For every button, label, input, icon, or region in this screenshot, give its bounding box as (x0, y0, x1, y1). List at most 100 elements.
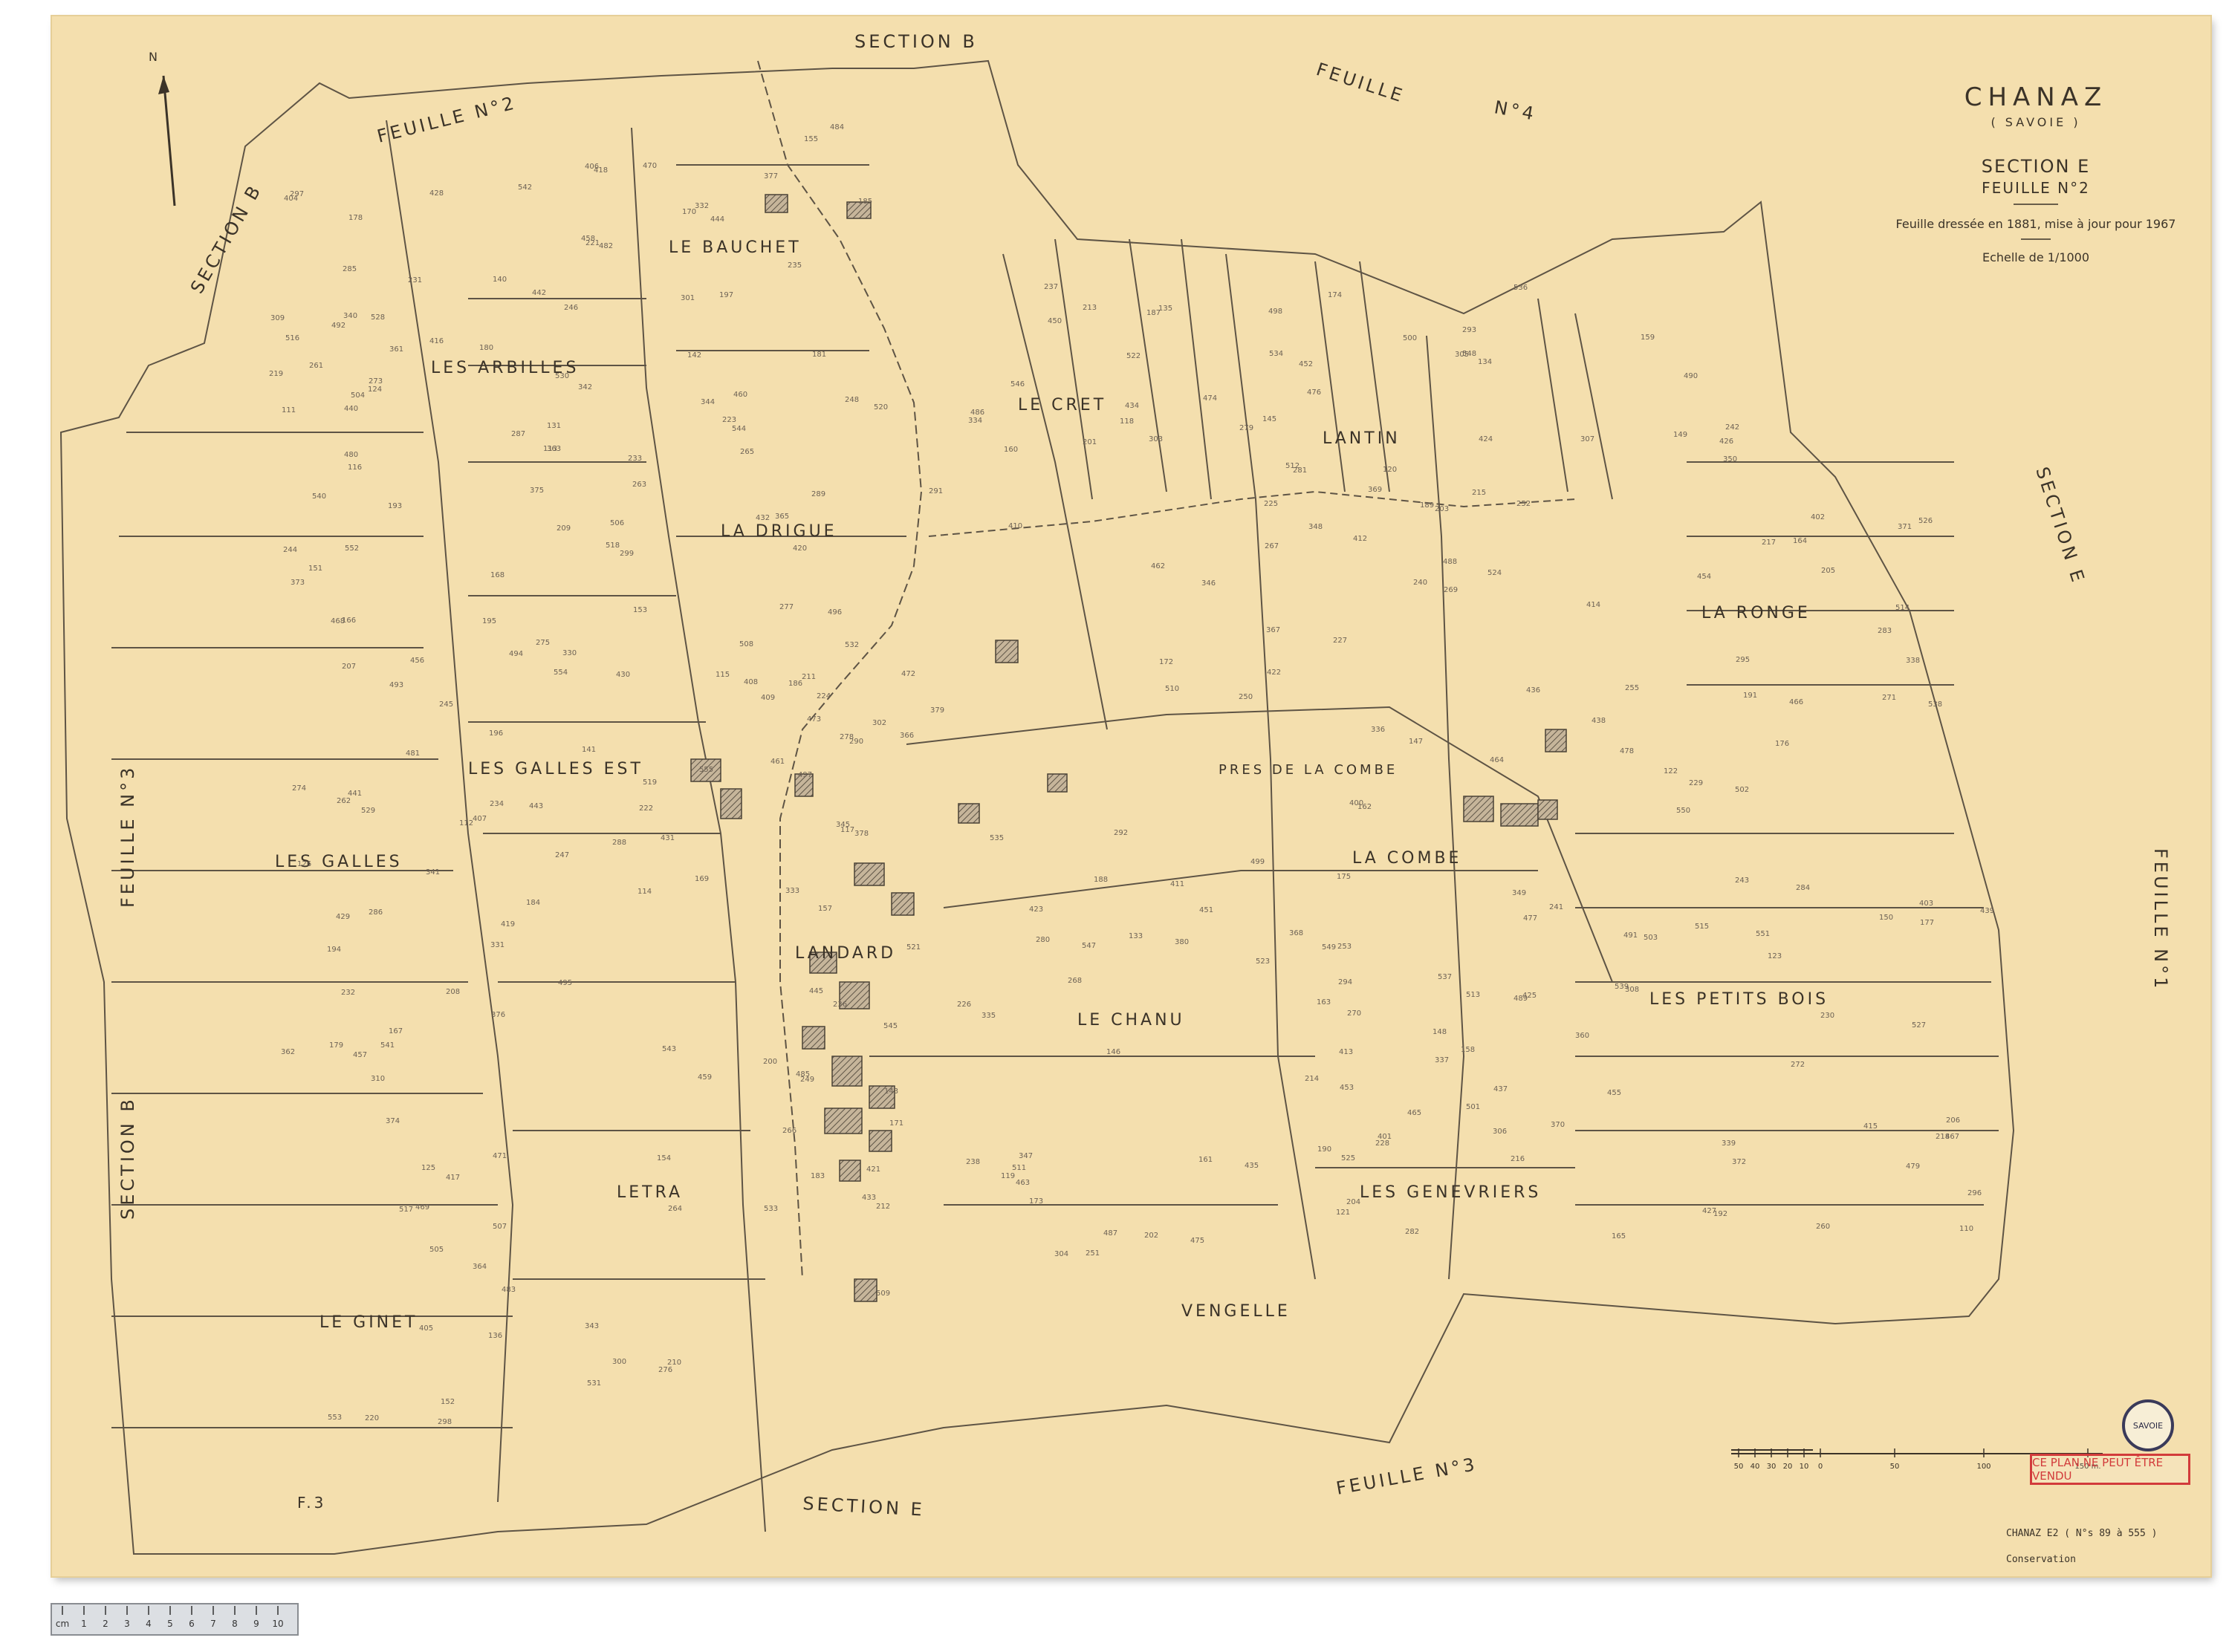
parcel-number: 206 (1946, 1116, 1960, 1125)
conservation-stamp: Conservation (2006, 1554, 2076, 1565)
parcel-number: 268 (1068, 977, 1082, 985)
parcel-number: 417 (446, 1174, 460, 1182)
parcel-number: 296 (1967, 1189, 1982, 1197)
parcel-number: 481 (406, 749, 420, 758)
locality-le-cret: LE CRET (1018, 396, 1106, 414)
parcel-number: 248 (845, 396, 859, 404)
parcel-number: 275 (536, 639, 550, 647)
parcel-number: 376 (491, 1011, 505, 1019)
parcel-number: 237 (1044, 283, 1058, 291)
parcel-number: 120 (1383, 466, 1397, 474)
parcel-number: 513 (1466, 991, 1480, 999)
parcel-number: 476 (1307, 388, 1321, 397)
parcel-number: 535 (990, 834, 1004, 842)
parcel-number: 443 (529, 802, 543, 810)
parcel-number: 131 (547, 422, 561, 430)
parcel-number: 428 (429, 189, 444, 198)
seal-text: SAVOIE (2132, 1420, 2164, 1431)
ruler-tick-label: 4 (146, 1619, 152, 1629)
parcel-number: 456 (410, 657, 424, 665)
border-bottom-left-ref: F.3 (297, 1494, 326, 1512)
parcel-number: 223 (722, 416, 736, 424)
parcel-number: 442 (532, 289, 546, 297)
parcel-number: 547 (1082, 942, 1096, 950)
parcel-number: 264 (668, 1205, 682, 1213)
parcel-number: 492 (331, 322, 345, 330)
parcel-number: 489 (1513, 995, 1528, 1003)
parcel-number: 435 (1245, 1162, 1259, 1170)
parcel-number: 508 (739, 640, 753, 648)
scale-tick-label: 30 (1767, 1463, 1777, 1471)
parcel-number: 474 (1203, 394, 1217, 403)
parcel-number: 431 (661, 834, 675, 842)
parcel-number: 510 (1165, 685, 1179, 693)
parcel-number: 501 (1466, 1103, 1480, 1111)
border-labels: SECTION B FEUILLE N°2 FEUILLE N°4 SECTIO… (117, 31, 2171, 1521)
parcel-number: 506 (610, 519, 624, 527)
parcel-number: 133 (1129, 932, 1143, 940)
parcel-number: 271 (1882, 694, 1896, 702)
parcel-number: 261 (309, 362, 323, 370)
parcel-number: 543 (662, 1045, 676, 1053)
parcel-number: 484 (830, 123, 844, 131)
parcel-number: 184 (526, 899, 540, 907)
parcel-number: 207 (342, 663, 356, 671)
parcel-number: 377 (764, 172, 778, 181)
parcel-number: 208 (446, 988, 460, 996)
parcel-number: 463 (1016, 1179, 1030, 1187)
sheet-title: FEUILLE N°2 (1982, 179, 2090, 197)
parcel-number: 160 (1004, 446, 1018, 454)
parcel-number: 263 (632, 481, 646, 489)
parcel-number: 496 (828, 608, 842, 617)
cadastral-map-sheet: N CHANAZ ( SAVOIE ) SECTION E FEUILLE N°… (52, 16, 2210, 1576)
parcel-number: 507 (493, 1223, 507, 1231)
parcel-number: 145 (1262, 415, 1276, 423)
parcel-number: 466 (1789, 698, 1803, 706)
locality-landard: LANDARD (795, 944, 896, 963)
parcel-number: 216 (1511, 1155, 1525, 1163)
locality-les-galles: LES GALLES (275, 853, 403, 871)
parcel-number: 124 (368, 386, 382, 394)
locality-pres-de-la-combe: PRES DE LA COMBE (1219, 762, 1398, 778)
parcel-number: 511 (1012, 1164, 1026, 1172)
parcel-number: 154 (657, 1154, 671, 1162)
parcel-number: 219 (269, 370, 283, 378)
parcel-number: 163 (1317, 998, 1331, 1007)
parcel-number: 450 (1048, 317, 1062, 325)
ruler-tick-label: 7 (210, 1619, 216, 1629)
parcel-number: 197 (719, 291, 733, 299)
parcel-number: 458 (581, 235, 595, 243)
parcel-number: 519 (643, 778, 657, 787)
parcel-number: 426 (1719, 438, 1733, 446)
ruler-tick-label: 10 (272, 1619, 283, 1629)
parcel-number: 445 (809, 987, 823, 995)
parcel-number: 291 (929, 487, 943, 495)
parcel-number: 195 (482, 617, 496, 625)
parcel-number: 493 (389, 681, 403, 689)
border-right-section: SECTION E (2031, 464, 2089, 587)
parcel-number: 190 (1317, 1145, 1331, 1154)
north-label: N (149, 50, 158, 64)
parcel-number: 214 (1305, 1075, 1319, 1083)
parcel-number: 439 (1980, 907, 1994, 915)
parcel-number: 204 (1346, 1198, 1360, 1206)
parcel-number: 181 (812, 351, 826, 359)
parcel-number: 534 (1269, 350, 1283, 358)
parcel-number: 335 (982, 1012, 996, 1020)
parcel-number: 331 (490, 941, 504, 949)
parcel-number: 222 (639, 804, 653, 813)
parcel-number: 202 (1144, 1232, 1158, 1240)
parcel-number: 370 (1551, 1121, 1565, 1129)
parcel-number: 286 (369, 908, 383, 917)
parcel-number: 330 (562, 649, 577, 657)
parcel-number: 453 (1340, 1084, 1354, 1092)
locality-la-ronge: LA RONGE (1701, 604, 1811, 622)
scale-tick-label: 50 (1734, 1463, 1744, 1471)
parcel-number: 475 (1190, 1237, 1204, 1245)
parcel-number: 282 (1405, 1228, 1419, 1236)
parcel-number: 201 (1083, 438, 1097, 446)
parcel-number: 485 (796, 1070, 810, 1079)
parcel-number: 229 (1689, 779, 1703, 787)
parcel-number: 341 (426, 868, 440, 877)
parcel-number: 269 (1444, 586, 1458, 594)
